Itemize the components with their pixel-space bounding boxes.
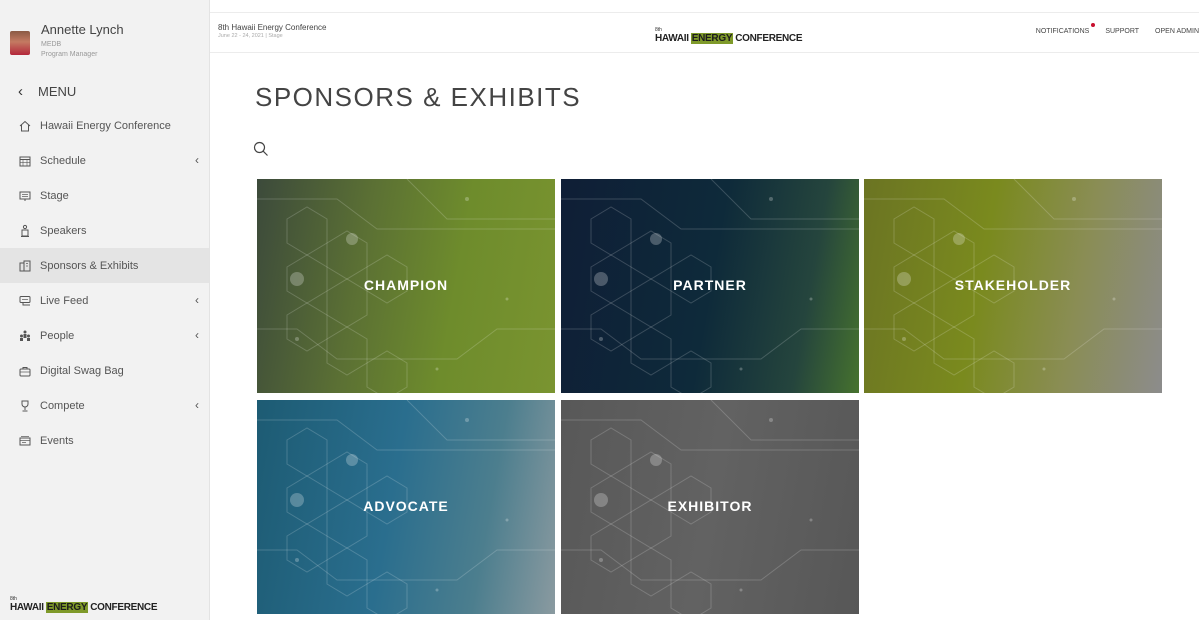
- chevron-left-icon[interactable]: ‹: [195, 153, 199, 167]
- sidebar-item-label: People: [40, 329, 75, 342]
- sidebar-item-speakers[interactable]: Speakers: [0, 213, 209, 248]
- building-icon: [18, 259, 32, 273]
- notification-dot: [1091, 23, 1096, 27]
- people-icon: [18, 329, 32, 343]
- chevron-left-icon: ‹: [18, 82, 23, 100]
- open-admin-link[interactable]: OPEN ADMIN: [1155, 28, 1199, 35]
- ticket-icon: [18, 434, 32, 448]
- avatar[interactable]: [10, 31, 30, 55]
- sidebar-item-people[interactable]: People ‹: [0, 318, 209, 353]
- logo-superscript: 8th: [10, 596, 17, 602]
- sidebar-item-label: Speakers: [40, 224, 87, 237]
- feed-icon: [18, 294, 32, 308]
- home-icon: [18, 119, 32, 133]
- sidebar-item-label: Compete: [40, 399, 85, 412]
- logo-superscript: 8th: [655, 27, 662, 33]
- user-profile[interactable]: Annette Lynch MEDB Program Manager: [10, 22, 205, 62]
- logo: HAWAII ENERGY CONFERENCE: [655, 33, 803, 44]
- podium-icon: [18, 224, 32, 238]
- sidebar-item-label: Events: [40, 434, 74, 447]
- tile-label: ADVOCATE: [363, 498, 449, 514]
- sidebar-item-events[interactable]: Events: [0, 423, 209, 458]
- tile-label: PARTNER: [673, 277, 747, 293]
- tile-label: EXHIBITOR: [667, 498, 753, 514]
- top-bar: 8th Hawaii Energy Conference June 22 - 2…: [210, 12, 1199, 53]
- conference-title: 8th Hawaii Energy Conference: [218, 23, 327, 32]
- notifications-link[interactable]: NOTIFICATIONS: [1020, 23, 1096, 35]
- logo-word-1: HAWAII: [655, 33, 689, 44]
- sidebar-logo: 8th HAWAII ENERGY CONFERENCE: [10, 596, 158, 615]
- chevron-left-icon[interactable]: ‹: [195, 293, 199, 307]
- tile-label: CHAMPION: [363, 277, 449, 293]
- menu-toggle[interactable]: ‹ MENU: [18, 82, 76, 100]
- logo-word-1: HAWAII: [10, 602, 44, 613]
- sidebar-item-sponsors-exhibits[interactable]: Sponsors & Exhibits: [0, 248, 209, 283]
- user-name: Annette Lynch: [41, 22, 124, 37]
- sidebar-item-digital-swag-bag[interactable]: Digital Swag Bag: [0, 353, 209, 388]
- header-logo[interactable]: 8th HAWAII ENERGY CONFERENCE: [655, 27, 803, 46]
- page-title: SPONSORS & EXHIBITS: [255, 82, 582, 112]
- logo-word-3: CONFERENCE: [735, 33, 803, 44]
- sidebar-item-label: Hawaii Energy Conference: [40, 119, 171, 132]
- tile-stakeholder[interactable]: STAKEHOLDER: [864, 179, 1162, 393]
- user-role: Program Manager: [41, 51, 98, 58]
- tile-champion[interactable]: CHAMPION: [257, 179, 555, 393]
- trophy-icon: [18, 399, 32, 413]
- tile-label: STAKEHOLDER: [954, 277, 1072, 293]
- calendar-icon: [18, 154, 32, 168]
- sidebar-nav: Hawaii Energy Conference Schedule ‹ Stage Sp…: [0, 108, 209, 458]
- logo-word-2: ENERGY: [690, 33, 734, 44]
- sidebar-item-label: Schedule: [40, 154, 86, 167]
- tile-partner[interactable]: PARTNER: [561, 179, 859, 393]
- sidebar: Annette Lynch MEDB Program Manager ‹ MEN…: [0, 0, 210, 620]
- sidebar-item-label: Stage: [40, 189, 69, 202]
- stage-icon: [18, 189, 32, 203]
- sidebar-item-label: Sponsors & Exhibits: [40, 259, 139, 272]
- sidebar-item-compete[interactable]: Compete ‹: [0, 388, 209, 423]
- sidebar-item-hawaii-energy-conference[interactable]: Hawaii Energy Conference: [0, 108, 209, 143]
- tile-exhibitor[interactable]: EXHIBITOR: [561, 400, 859, 614]
- bag-icon: [18, 364, 32, 378]
- chevron-left-icon[interactable]: ‹: [195, 398, 199, 412]
- sidebar-item-label: Digital Swag Bag: [40, 364, 124, 377]
- sidebar-item-live-feed[interactable]: Live Feed ‹: [0, 283, 209, 318]
- search-icon[interactable]: [253, 141, 269, 157]
- logo: HAWAII ENERGY CONFERENCE: [10, 602, 158, 613]
- user-org: MEDB: [41, 41, 62, 48]
- menu-label: MENU: [38, 83, 77, 99]
- support-link[interactable]: SUPPORT: [1105, 28, 1139, 35]
- chevron-left-icon[interactable]: ‹: [195, 328, 199, 342]
- tile-advocate[interactable]: ADVOCATE: [257, 400, 555, 614]
- top-links: NOTIFICATIONS SUPPORT OPEN ADMIN: [1004, 23, 1199, 35]
- logo-word-2: ENERGY: [45, 602, 89, 613]
- sidebar-item-schedule[interactable]: Schedule ‹: [0, 143, 209, 178]
- sidebar-item-stage[interactable]: Stage: [0, 178, 209, 213]
- conference-dates: June 22 - 24, 2021 | Stage: [218, 33, 283, 39]
- sidebar-item-label: Live Feed: [40, 294, 89, 307]
- logo-word-3: CONFERENCE: [90, 602, 158, 613]
- notifications-label: NOTIFICATIONS: [1035, 28, 1090, 35]
